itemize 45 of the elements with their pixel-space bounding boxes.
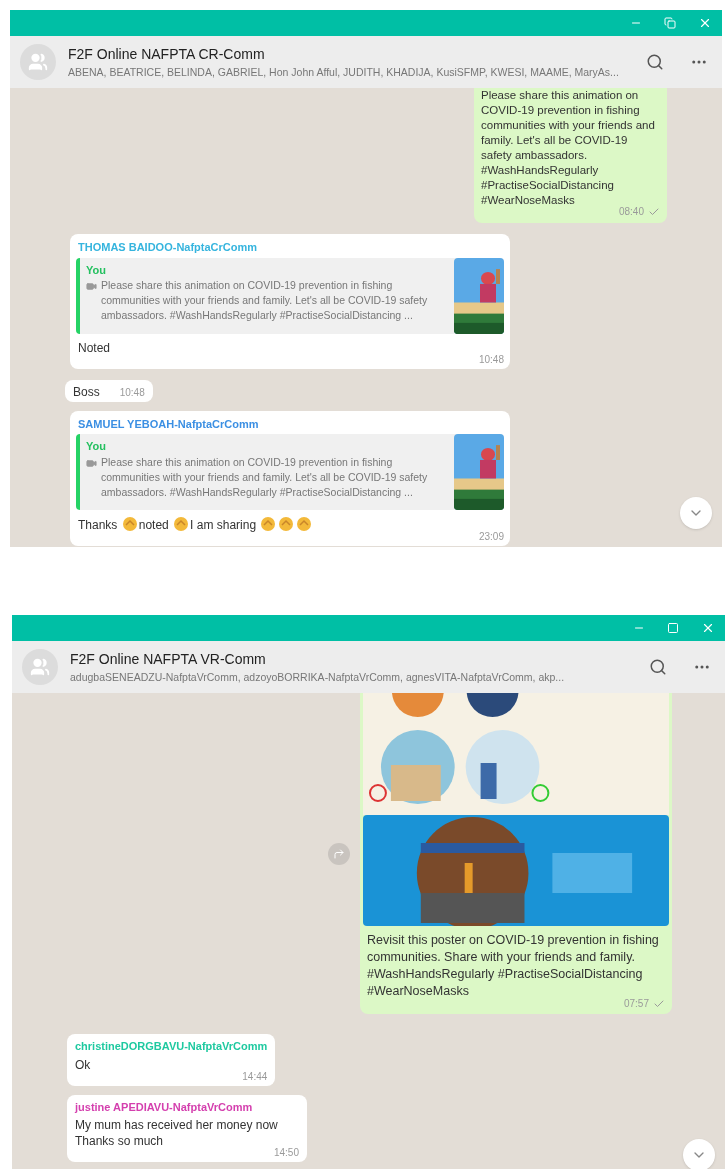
message-time: 10:48 <box>119 385 145 400</box>
group-icon <box>28 52 48 72</box>
chat-title: F2F Online NAFPTA VR-Comm <box>70 649 267 669</box>
emoji-icon <box>260 516 277 532</box>
member-list: adugbaSENEADZU-NafptaVrComm, adzoyoBORRIKA-NafptaVrComm, agnesVITA-NafptaVrComm, akp... <box>70 669 623 686</box>
sender-name: christineDORGBAVU-NafptaVrComm <box>75 1039 268 1054</box>
message-time: 10:48 <box>478 352 504 367</box>
message-text: My mum has received her money now Thanks so much <box>75 1117 279 1148</box>
forward-button[interactable] <box>328 842 350 865</box>
sender-name: justine APEDIAVU-NafptaVrComm <box>75 1099 254 1115</box>
emoji-icon <box>173 516 190 532</box>
message-text: Noted <box>78 339 112 356</box>
message-time: 14:50 <box>273 1146 299 1160</box>
message-time: 08:40 <box>618 205 644 219</box>
message-time: 07:57 <box>623 997 649 1011</box>
sender-name: THOMAS BAIDOO-NafptaCrComm <box>78 240 259 255</box>
group-icon <box>30 657 50 677</box>
member-list: ABENA, BEATRICE, BELINDA, GABRIEL, Hon John Afful, JUDITH, KHADIJA, KusiSFMP, KWESI, MAAME, MaryAs... <box>68 64 620 81</box>
quote-text: Please share this animation on COVID-19 prevention in fishing communities with your friends and family. Let's all be COVID-19 safety ambassadors. #WashHandsRegularly #PractiseSocialDistancing ... <box>101 454 429 500</box>
quote-author: You <box>86 262 107 278</box>
quote-author: You <box>86 439 107 454</box>
emoji-icon <box>296 516 313 532</box>
search-icon[interactable] <box>646 53 664 71</box>
message-text: Thanks noted I am sharing <box>78 516 502 533</box>
emoji-icon <box>278 516 295 532</box>
scroll-down-button[interactable] <box>683 1139 715 1169</box>
message-text: Revisit this poster on COVID-19 prevention in fishing communities. Share with your friends and family. #WashHandsRegularly #PractiseSocialDistancing #WearNoseMasks <box>366 932 660 999</box>
sender-name: SAMUEL YEBOAH-NafptaCrComm <box>78 416 260 432</box>
message-text: Boss <box>73 383 100 400</box>
chat-title: F2F Online NAFPTA CR-Comm <box>68 44 266 64</box>
quote-text: Please share this animation on COVID-19 prevention in fishing communities with your friends and family. Let's all be COVID-19 safety ambassadors. #WashHandsRegularly #PractiseSocialDistancing ... <box>101 278 429 323</box>
maximize-icon[interactable] <box>667 622 679 634</box>
message-text: Ok <box>75 1056 92 1073</box>
video-icon <box>86 457 97 469</box>
restore-icon[interactable] <box>664 17 676 29</box>
message-time: 14:44 <box>242 1069 268 1084</box>
video-icon <box>86 281 97 292</box>
forward-icon <box>333 847 345 860</box>
emoji-icon <box>121 516 138 532</box>
scroll-down-button[interactable] <box>680 497 712 529</box>
close-icon[interactable] <box>698 16 712 30</box>
message-text: Please share this animation on COVID-19 prevention in fishing communities with your friends and family. Let's all be COVID-19 safety ambassadors. #WashHandsRegularly #PractiseSocialDistancing #WearNoseMasks <box>481 88 656 207</box>
close-icon[interactable] <box>701 621 715 635</box>
message-time: 23:09 <box>478 530 504 544</box>
search-icon[interactable] <box>649 658 667 676</box>
